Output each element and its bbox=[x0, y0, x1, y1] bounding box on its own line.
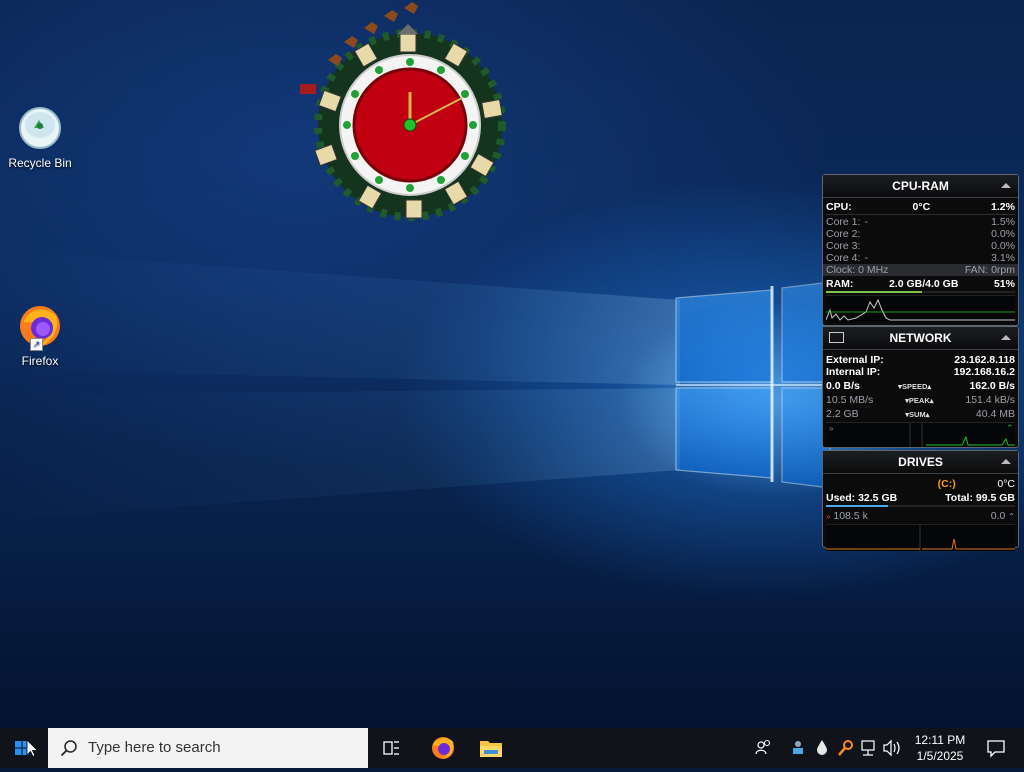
people-icon bbox=[755, 739, 771, 755]
ram-value: 2.0 GB/4.0 GB bbox=[888, 278, 959, 290]
drives-title: DRIVES bbox=[898, 455, 943, 469]
taskbar-clock[interactable]: 12:11 PM 1/5/2025 bbox=[904, 732, 976, 764]
write-arrow-icon: ⌃ bbox=[1008, 512, 1015, 521]
peak-label: ▾PEAK▴ bbox=[905, 395, 934, 405]
drive-used: Used: 32.5 GB bbox=[826, 492, 898, 504]
search-box[interactable]: Type here to search bbox=[48, 728, 368, 768]
cpu-ram-title: CPU-RAM bbox=[892, 179, 949, 193]
drive-write: 0.0 bbox=[990, 510, 1006, 522]
external-ip-label: External IP: bbox=[826, 354, 884, 366]
sum-label: ▾SUM▴ bbox=[905, 409, 930, 419]
action-center-button[interactable] bbox=[976, 728, 1016, 768]
recycle-bin-icon bbox=[16, 104, 64, 152]
external-ip-value: 23.162.8.118 bbox=[954, 354, 1015, 366]
ram-bar bbox=[826, 291, 1015, 293]
network-history-graph: » ⌃ bbox=[826, 422, 1015, 447]
svg-text:»: » bbox=[829, 424, 834, 433]
user-tray-icon[interactable] bbox=[793, 741, 803, 754]
collapse-triangle-icon[interactable] bbox=[1001, 183, 1011, 188]
internal-ip-label: Internal IP: bbox=[826, 366, 881, 378]
firefox-icon: ↗ bbox=[16, 302, 64, 351]
water-drop-icon[interactable] bbox=[817, 740, 827, 755]
task-view-icon bbox=[383, 741, 399, 755]
internal-ip-value: 192.168.16.2 bbox=[953, 366, 1015, 378]
firefox-icon bbox=[432, 737, 454, 759]
network-title: NETWORK bbox=[889, 331, 952, 345]
collapse-triangle-icon[interactable] bbox=[1001, 335, 1011, 340]
shortcut-arrow-icon: ↗ bbox=[30, 338, 43, 351]
tray-icons bbox=[788, 728, 906, 768]
monitor-icon bbox=[829, 332, 844, 343]
taskbar: Type here to search 12:11 PM 1/5/2025 bbox=[0, 728, 1024, 768]
drive-usage-bar bbox=[826, 505, 1015, 507]
folder-icon bbox=[480, 741, 502, 757]
sum-down: 2.2 GB bbox=[826, 408, 859, 420]
drive-letter: (C:) bbox=[937, 478, 956, 490]
peak-down: 10.5 MB/s bbox=[826, 394, 874, 406]
core-row: Core 4: -3.1% bbox=[826, 252, 1015, 264]
cpu-clock: Clock: 0 MHz bbox=[826, 264, 889, 276]
drive-read: 108.5 k bbox=[833, 510, 868, 522]
ram-percent: 51% bbox=[993, 278, 1015, 290]
firefox-taskbar-button[interactable] bbox=[420, 728, 466, 768]
search-icon bbox=[60, 740, 77, 757]
clock-date: 1/5/2025 bbox=[916, 749, 964, 763]
desktop[interactable]: Recycle Bin ↗ Firefox CPU-RAM CPU: 0°C 1… bbox=[0, 0, 1024, 728]
cpu-history-graph bbox=[825, 295, 1015, 322]
cpu-ram-gadget[interactable]: CPU-RAM CPU: 0°C 1.2% Core 1: -1.5% Core … bbox=[822, 174, 1019, 326]
christmas-clock-gadget[interactable] bbox=[288, 0, 528, 230]
speed-down: 0.0 B/s bbox=[826, 380, 860, 392]
fan-speed: FAN: 0rpm bbox=[964, 264, 1015, 276]
drives-gadget[interactable]: DRIVES (C:) 0°C Used: 32.5 GB Total: 99.… bbox=[822, 450, 1019, 551]
cpu-temp: 0°C bbox=[912, 201, 931, 213]
speed-label: ▾SPEED▴ bbox=[898, 381, 932, 391]
people-button[interactable] bbox=[752, 728, 776, 768]
start-button[interactable] bbox=[0, 728, 48, 768]
core-row: Core 2: 0.0% bbox=[826, 228, 1015, 240]
windows-logo-icon bbox=[15, 739, 39, 758]
cpu-usage: 1.2% bbox=[991, 201, 1015, 213]
recycle-bin-shortcut[interactable]: Recycle Bin bbox=[0, 104, 80, 170]
network-gadget[interactable]: NETWORK External IP: 23.162.8.118 Intern… bbox=[822, 326, 1019, 448]
notification-icon bbox=[987, 740, 1005, 758]
recycle-bin-label: Recycle Bin bbox=[8, 156, 72, 170]
cpu-label: CPU: bbox=[826, 201, 852, 213]
firefox-label: Firefox bbox=[21, 354, 59, 368]
search-placeholder: Type here to search bbox=[88, 739, 221, 756]
ram-label: RAM: bbox=[826, 278, 854, 290]
svg-text:⌃: ⌃ bbox=[1006, 423, 1014, 433]
drive-total: Total: 99.5 GB bbox=[945, 492, 1015, 504]
key-icon[interactable] bbox=[838, 740, 853, 756]
drive-temp: 0°C bbox=[997, 478, 1015, 490]
drive-activity-graph bbox=[826, 524, 1015, 551]
core-row: Core 3: 0.0% bbox=[826, 240, 1015, 252]
clock-face bbox=[339, 54, 481, 196]
speed-up: 162.0 B/s bbox=[969, 380, 1015, 392]
network-header[interactable]: NETWORK bbox=[823, 327, 1018, 350]
network-icon[interactable] bbox=[861, 740, 875, 756]
read-arrow-icon: » bbox=[826, 512, 831, 521]
file-explorer-button[interactable] bbox=[468, 728, 514, 768]
sum-up: 40.4 MB bbox=[975, 408, 1015, 420]
drives-header[interactable]: DRIVES bbox=[823, 451, 1018, 474]
firefox-shortcut[interactable]: ↗ Firefox bbox=[0, 302, 80, 368]
volume-icon[interactable] bbox=[883, 739, 900, 757]
core-row: Core 1: -1.5% bbox=[826, 216, 1015, 228]
clock-time: 12:11 PM bbox=[914, 733, 966, 747]
peak-up: 151.4 kB/s bbox=[965, 394, 1015, 406]
cpu-ram-header[interactable]: CPU-RAM bbox=[823, 175, 1018, 198]
task-view-button[interactable] bbox=[368, 728, 414, 768]
collapse-triangle-icon[interactable] bbox=[1001, 459, 1011, 464]
